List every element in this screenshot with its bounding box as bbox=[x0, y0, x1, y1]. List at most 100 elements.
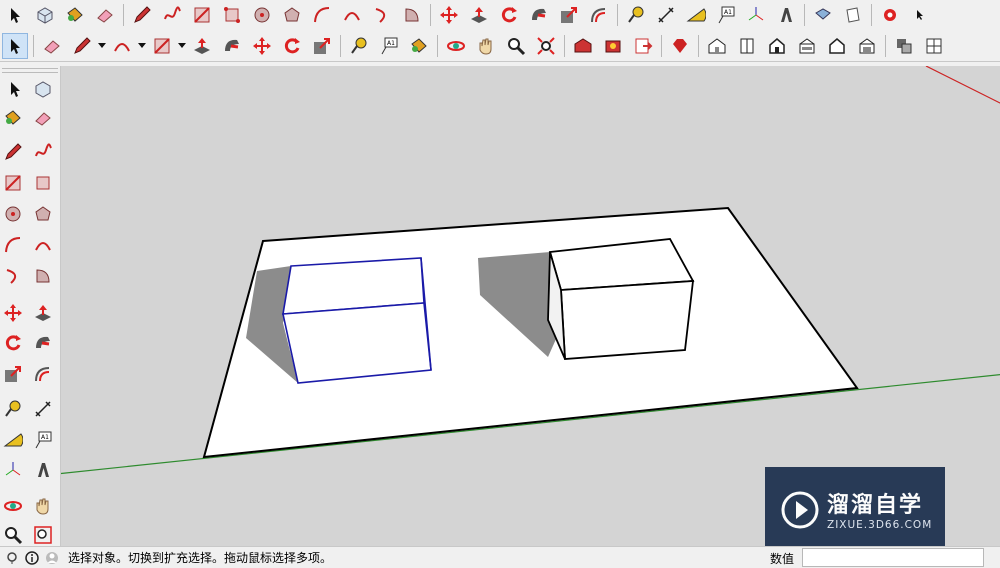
eraser-button-2[interactable] bbox=[39, 33, 65, 59]
select-tool-button[interactable] bbox=[2, 2, 28, 28]
protractor-button[interactable] bbox=[683, 2, 709, 28]
left-offset-button[interactable] bbox=[30, 361, 56, 387]
components-button[interactable] bbox=[891, 33, 917, 59]
left-circle-button[interactable] bbox=[0, 201, 26, 227]
left-scale-button[interactable] bbox=[0, 361, 26, 387]
rectangle-button-2[interactable] bbox=[149, 33, 175, 59]
text-button-2[interactable]: A1 bbox=[376, 33, 402, 59]
offset-button[interactable] bbox=[586, 2, 612, 28]
left-pie-button[interactable] bbox=[30, 263, 56, 289]
polygon-button[interactable] bbox=[279, 2, 305, 28]
credits-info-icon[interactable] bbox=[24, 550, 40, 566]
unselected-box[interactable] bbox=[547, 238, 695, 360]
left-pencil-button[interactable] bbox=[0, 139, 26, 165]
pencil-button-2[interactable] bbox=[69, 33, 95, 59]
left-select-button[interactable] bbox=[2, 76, 28, 102]
left-freehand-button[interactable] bbox=[30, 139, 56, 165]
arc-button[interactable] bbox=[309, 2, 335, 28]
eraser-button[interactable] bbox=[92, 2, 118, 28]
left-orbit-button[interactable] bbox=[0, 493, 26, 519]
pan-button[interactable] bbox=[473, 33, 499, 59]
rectangle-dropdown-caret[interactable] bbox=[177, 33, 187, 59]
look-around-button[interactable] bbox=[840, 2, 866, 28]
tape-measure-button-2[interactable] bbox=[346, 33, 372, 59]
rotate-button-2[interactable] bbox=[279, 33, 305, 59]
move-button[interactable] bbox=[436, 2, 462, 28]
left-polygon-button[interactable] bbox=[30, 201, 56, 227]
push-pull-button[interactable] bbox=[466, 2, 492, 28]
left-eraser-button[interactable] bbox=[30, 105, 56, 131]
pencil-dropdown-caret[interactable] bbox=[97, 33, 107, 59]
measurements-input[interactable] bbox=[802, 548, 984, 567]
paint-bucket-button-2[interactable] bbox=[406, 33, 432, 59]
position-camera-button[interactable] bbox=[810, 2, 836, 28]
send-to-layout-button[interactable] bbox=[630, 33, 656, 59]
left-rotated-rectangle-button[interactable] bbox=[30, 170, 56, 196]
left-axes-button[interactable] bbox=[0, 457, 26, 483]
tape-measure-icon bbox=[628, 6, 644, 23]
3d-text-button[interactable] bbox=[773, 2, 799, 28]
orbit-button[interactable] bbox=[443, 33, 469, 59]
scale-button-2[interactable] bbox=[309, 33, 335, 59]
move-button-2[interactable] bbox=[249, 33, 275, 59]
left-pan-button[interactable] bbox=[30, 493, 56, 519]
rotated-rectangle-button[interactable] bbox=[219, 2, 245, 28]
left-paint-bucket-button[interactable] bbox=[0, 105, 26, 131]
small-select-button[interactable] bbox=[907, 2, 933, 28]
left-zoom-window-button[interactable] bbox=[30, 522, 56, 548]
left-zoom-button[interactable] bbox=[0, 522, 26, 548]
make-component-button[interactable] bbox=[32, 2, 58, 28]
left-protractor-button[interactable] bbox=[0, 427, 26, 453]
selected-box[interactable] bbox=[282, 257, 432, 384]
zoom-button[interactable] bbox=[503, 33, 529, 59]
left-rectangle-button[interactable] bbox=[0, 170, 26, 196]
axes-button[interactable] bbox=[743, 2, 769, 28]
left-dimension-button[interactable] bbox=[30, 396, 56, 422]
select-tool-button-active[interactable] bbox=[2, 33, 28, 59]
arc-dropdown-caret[interactable] bbox=[137, 33, 147, 59]
left-arc-3pt-button[interactable] bbox=[0, 263, 26, 289]
view-back-button[interactable] bbox=[824, 33, 850, 59]
3d-warehouse-button[interactable] bbox=[570, 33, 596, 59]
view-top-button[interactable] bbox=[734, 33, 760, 59]
view-left-button[interactable] bbox=[854, 33, 880, 59]
toolbar-grip[interactable] bbox=[2, 68, 58, 73]
pie-button[interactable] bbox=[399, 2, 425, 28]
circle-button[interactable] bbox=[249, 2, 275, 28]
left-rotate-button[interactable] bbox=[0, 330, 26, 356]
rectangle-button[interactable] bbox=[189, 2, 215, 28]
ruby-console-button[interactable] bbox=[667, 33, 693, 59]
view-front-button[interactable] bbox=[764, 33, 790, 59]
rotate-button[interactable] bbox=[496, 2, 522, 28]
paint-bucket-button[interactable] bbox=[62, 2, 88, 28]
zoom-extents-button[interactable] bbox=[533, 33, 559, 59]
user-account-icon[interactable] bbox=[44, 550, 60, 566]
arc-button-2[interactable] bbox=[109, 33, 135, 59]
left-arc-button[interactable] bbox=[0, 232, 26, 258]
tape-measure-button[interactable] bbox=[623, 2, 649, 28]
left-push-pull-button[interactable] bbox=[30, 300, 56, 326]
extension-warehouse-button[interactable] bbox=[600, 33, 626, 59]
left-arc-2pt-button[interactable] bbox=[30, 232, 56, 258]
pencil-button[interactable] bbox=[129, 2, 155, 28]
arc-2pt-button[interactable] bbox=[339, 2, 365, 28]
styles-button[interactable] bbox=[921, 33, 947, 59]
view-iso-button[interactable] bbox=[704, 33, 730, 59]
view-right-button[interactable] bbox=[794, 33, 820, 59]
left-move-button[interactable] bbox=[0, 300, 26, 326]
arc-3pt-button[interactable] bbox=[369, 2, 395, 28]
freehand-button[interactable] bbox=[159, 2, 185, 28]
dimension-button[interactable] bbox=[653, 2, 679, 28]
section-plane-button[interactable] bbox=[877, 2, 903, 28]
left-3d-text-button[interactable] bbox=[30, 457, 56, 483]
left-make-component-button[interactable] bbox=[30, 76, 56, 102]
text-button[interactable]: A1 bbox=[713, 2, 739, 28]
push-pull-button-2[interactable] bbox=[189, 33, 215, 59]
follow-me-button[interactable] bbox=[526, 2, 552, 28]
left-tape-measure-button[interactable] bbox=[0, 396, 26, 422]
follow-me-button-2[interactable] bbox=[219, 33, 245, 59]
left-text-button[interactable]: A1 bbox=[30, 427, 56, 453]
scale-button[interactable] bbox=[556, 2, 582, 28]
left-follow-me-button[interactable] bbox=[30, 330, 56, 356]
geo-location-icon[interactable] bbox=[4, 550, 20, 566]
